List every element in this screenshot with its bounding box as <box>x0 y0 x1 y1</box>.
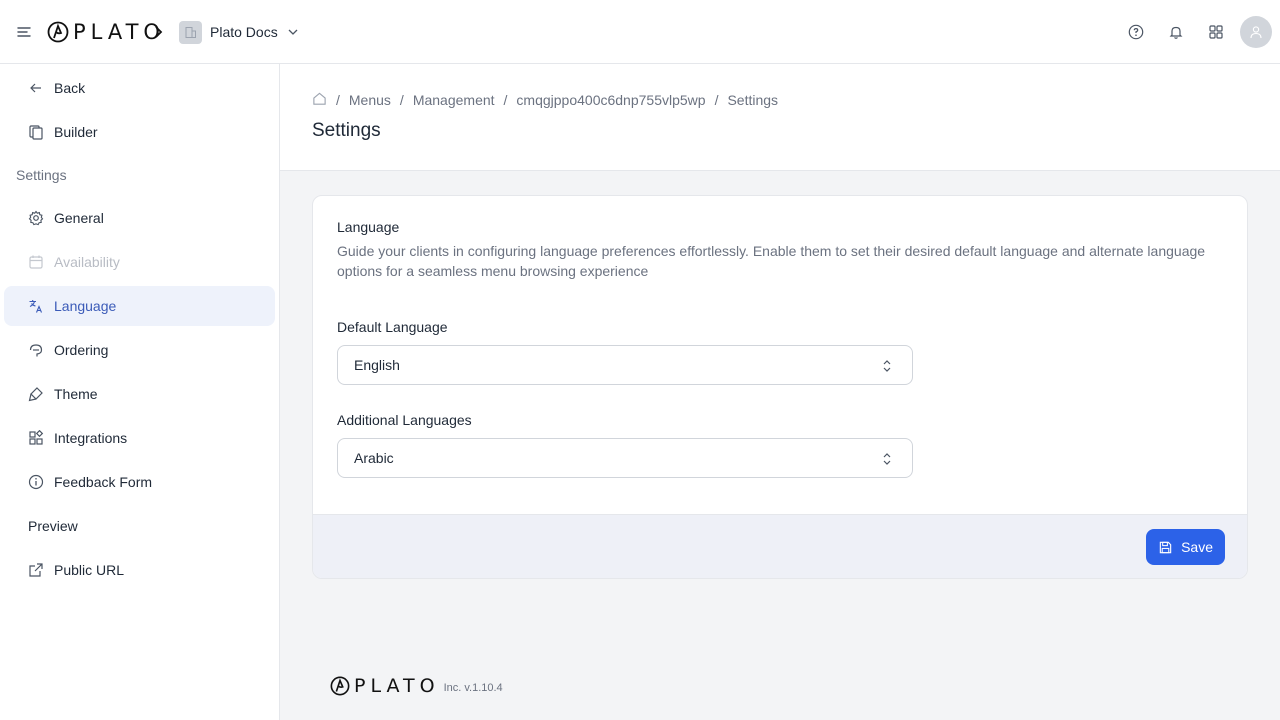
sidebar-item-theme[interactable]: Theme <box>4 374 275 414</box>
sidebar-item-public-url[interactable]: Public URL <box>4 550 275 590</box>
sidebar-item-feedback-form[interactable]: Feedback Form <box>4 462 275 502</box>
sidebar-item-builder[interactable]: Builder <box>4 112 275 152</box>
back-label: Back <box>54 80 86 96</box>
additional-languages-label: Additional Languages <box>337 412 472 428</box>
footer-logo: PLATO Inc. v.1.10.4 <box>330 675 503 697</box>
main-content: / Menus / Management / cmqgjppo400c6dnp7… <box>280 64 1280 720</box>
card-footer: Save <box>313 514 1247 578</box>
chevron-up-down-icon <box>883 453 891 465</box>
card-title: Language <box>337 219 400 235</box>
back-link[interactable]: Back <box>4 68 275 108</box>
chevron-up-down-icon <box>883 360 891 372</box>
plato-logo[interactable]: PLATO <box>47 19 165 45</box>
translate-icon <box>28 298 44 314</box>
menu-icon[interactable] <box>14 22 34 42</box>
building-icon <box>179 20 202 44</box>
bell-icon[interactable] <box>1166 22 1186 42</box>
sidebar-item-integrations[interactable]: Integrations <box>4 418 275 458</box>
brush-icon <box>28 386 44 402</box>
breadcrumb-management[interactable]: Management <box>413 92 495 108</box>
home-icon[interactable] <box>312 91 327 109</box>
default-language-value: English <box>354 357 400 373</box>
user-avatar[interactable] <box>1240 16 1272 48</box>
workspace-name: Plato Docs <box>210 24 278 40</box>
breadcrumb-separator: / <box>714 92 719 108</box>
sidebar-item-label: Theme <box>54 386 98 402</box>
app-version: Inc. v.1.10.4 <box>443 682 503 694</box>
info-icon <box>28 474 44 490</box>
save-button[interactable]: Save <box>1146 529 1225 565</box>
additional-languages-value: Arabic <box>354 450 394 466</box>
ordering-icon <box>28 342 44 358</box>
save-label: Save <box>1181 539 1213 555</box>
arrow-left-icon <box>28 80 44 96</box>
sidebar-item-label: Builder <box>54 124 98 140</box>
save-icon <box>1159 541 1172 553</box>
sidebar-item-label: Ordering <box>54 342 109 358</box>
footer-brand-name: PLATO <box>354 675 440 697</box>
builder-icon <box>28 124 44 140</box>
breadcrumb-separator: / <box>503 92 508 108</box>
breadcrumb-separator: / <box>399 92 404 108</box>
sidebar-item-label: Public URL <box>54 562 125 578</box>
user-icon <box>1250 26 1262 39</box>
additional-languages-select[interactable]: Arabic <box>337 438 913 478</box>
breadcrumb-current: Settings <box>727 92 779 108</box>
language-settings-card: Language Guide your clients in configuri… <box>312 195 1248 579</box>
default-language-label: Default Language <box>337 319 448 335</box>
breadcrumb: / Menus / Management / cmqgjppo400c6dnp7… <box>312 91 778 109</box>
gear-icon <box>28 210 44 226</box>
preview-section-heading: Preview <box>28 518 78 534</box>
breadcrumb-menus[interactable]: Menus <box>349 92 391 108</box>
page-header: / Menus / Management / cmqgjppo400c6dnp7… <box>280 64 1280 171</box>
sidebar-item-label: Language <box>54 298 117 314</box>
card-description: Guide your clients in configuring langua… <box>337 243 1206 279</box>
settings-section-heading: Settings <box>16 167 67 183</box>
workspace-switcher[interactable]: Plato Docs <box>179 20 300 44</box>
plato-mark-icon <box>47 21 69 43</box>
chevron-down-icon <box>288 29 298 35</box>
sidebar-item-label: Feedback Form <box>54 474 153 490</box>
help-icon[interactable] <box>1126 22 1146 42</box>
sidebar-item-label: Integrations <box>54 430 128 446</box>
integrations-icon <box>28 430 44 446</box>
apps-grid-icon[interactable] <box>1206 22 1226 42</box>
sidebar-item-language[interactable]: Language <box>4 286 275 326</box>
external-link-icon <box>28 562 44 578</box>
top-bar: PLATO Plato Docs <box>0 0 1280 64</box>
calendar-icon <box>28 254 44 270</box>
sidebar-item-availability: Availability <box>4 242 275 282</box>
sidebar-item-ordering[interactable]: Ordering <box>4 330 275 370</box>
plato-mark-icon <box>330 676 350 696</box>
page-title: Settings <box>312 120 381 141</box>
sidebar-item-label: General <box>54 210 104 226</box>
sidebar-item-label: Availability <box>54 254 120 270</box>
chevron-right-icon <box>155 26 163 38</box>
breadcrumb-menu-id[interactable]: cmqgjppo400c6dnp755vlp5wp <box>516 92 705 108</box>
sidebar-item-general[interactable]: General <box>4 198 275 238</box>
default-language-select[interactable]: English <box>337 345 913 385</box>
sidebar: Back Builder Settings General Availabili… <box>0 64 280 720</box>
breadcrumb-separator: / <box>336 92 340 108</box>
